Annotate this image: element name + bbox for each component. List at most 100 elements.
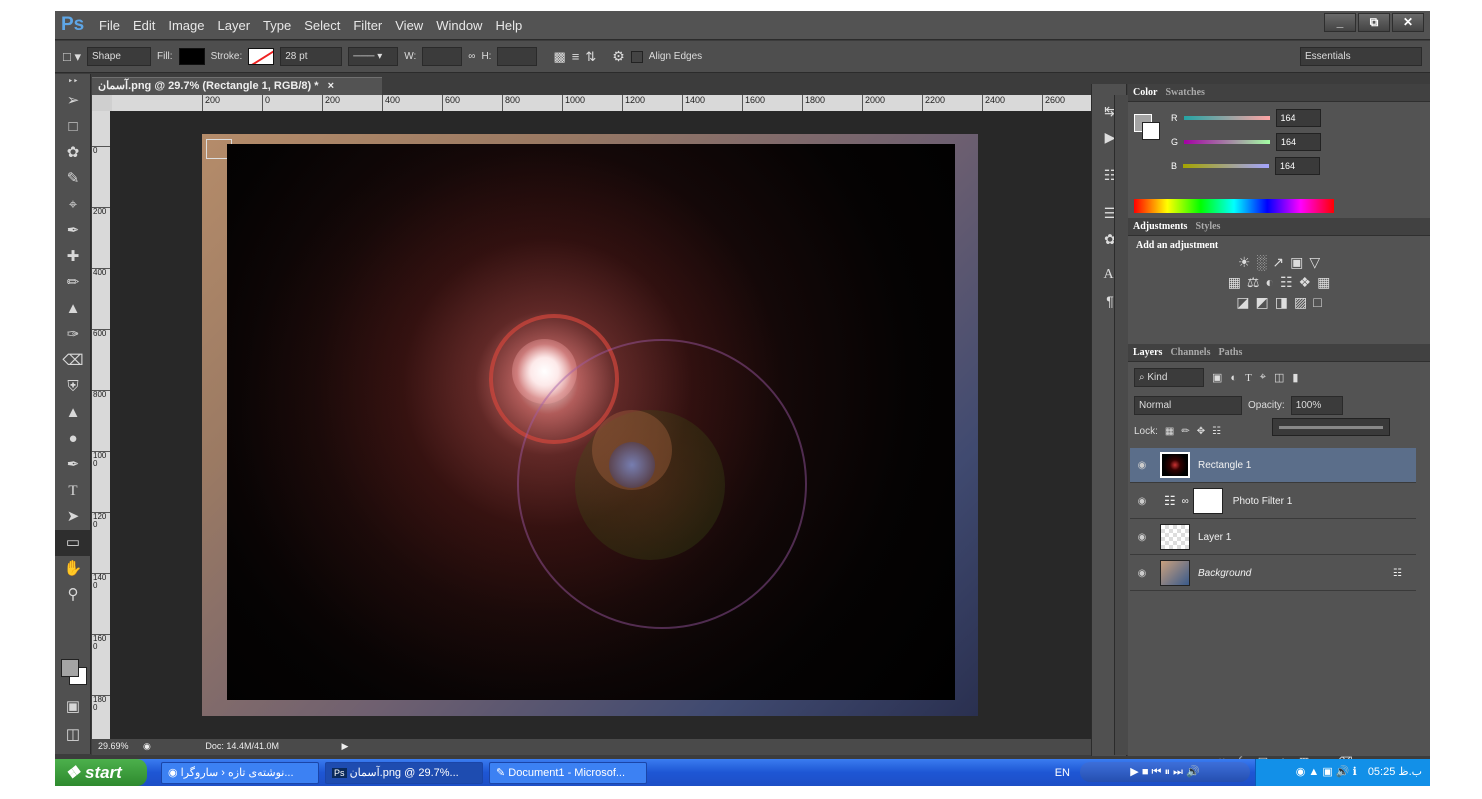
opacity-popup-slider[interactable] <box>1272 418 1390 436</box>
minimize-button[interactable]: _ <box>1324 13 1356 32</box>
lasso-tool-icon[interactable]: ✿ <box>55 140 91 166</box>
channel-mixer-icon[interactable]: ❖ <box>1299 274 1312 291</box>
tab-paths[interactable]: Paths <box>1218 347 1242 358</box>
stroke-type-select[interactable]: ─── ▾ <box>348 47 399 66</box>
menu-view[interactable]: View <box>395 18 423 33</box>
kind-filter-select[interactable]: ⌕ Kind <box>1134 368 1204 387</box>
restore-button[interactable]: ⧉ <box>1358 13 1390 32</box>
clone-stamp-tool-icon[interactable]: ▲ <box>55 296 91 322</box>
layer-name[interactable]: Layer 1 <box>1198 532 1231 543</box>
zoom-level[interactable]: 29.69% <box>98 741 129 751</box>
tab-channels[interactable]: Channels <box>1170 347 1210 358</box>
threshold-icon[interactable]: ◨ <box>1275 294 1288 311</box>
screen-mode-icon[interactable]: ◫ <box>55 722 91 748</box>
rectangle-shape[interactable] <box>227 144 955 700</box>
gear-icon[interactable]: ⚙ <box>612 48 625 65</box>
levels-icon[interactable]: ░ <box>1256 254 1266 271</box>
shape-mode-select[interactable]: Shape <box>87 47 151 66</box>
layer-lock-icon[interactable]: ☷ <box>1393 568 1402 579</box>
doc-size[interactable]: Doc: 14.4M/41.0M <box>205 741 279 751</box>
history-brush-tool-icon[interactable]: ✑ <box>55 322 91 348</box>
tools-collapse-icon[interactable]: ‣‣ <box>55 74 91 88</box>
color-swatches[interactable] <box>61 659 89 687</box>
b-value[interactable]: 164 <box>1275 157 1321 175</box>
pen-tool-icon[interactable]: ✒ <box>55 452 91 478</box>
lock-position-icon[interactable]: ✥ <box>1197 426 1205 437</box>
curves-icon[interactable]: ↗ <box>1272 254 1284 271</box>
visibility-eye-icon[interactable]: ◉ <box>1130 460 1154 471</box>
visibility-eye-icon[interactable]: ◉ <box>1130 532 1154 543</box>
gradient-map-icon[interactable]: □ <box>1313 294 1321 311</box>
exposure-icon[interactable]: ▣ <box>1290 254 1303 271</box>
quick-mask-icon[interactable]: ▣ <box>55 694 91 720</box>
layer-name[interactable]: Photo Filter 1 <box>1233 496 1292 507</box>
quick-select-tool-icon[interactable]: ✎ <box>55 166 91 192</box>
blue-slider[interactable] <box>1183 164 1270 168</box>
filter-shape-icon[interactable]: ⌖ <box>1260 371 1266 384</box>
filter-toggle-icon[interactable]: ▮ <box>1292 371 1298 384</box>
canvas-area[interactable] <box>110 111 1114 739</box>
dodge-tool-icon[interactable]: ● <box>55 426 91 452</box>
tab-color[interactable]: Color <box>1133 87 1157 98</box>
eyedropper-tool-icon[interactable]: ✒ <box>55 218 91 244</box>
rectangle-tool-icon[interactable]: ▭ <box>55 530 91 556</box>
lock-all-icon[interactable]: ☷ <box>1212 426 1221 437</box>
path-operations-icon[interactable]: ▩ <box>553 49 565 65</box>
hue-saturation-icon[interactable]: ▦ <box>1228 274 1241 291</box>
g-value[interactable]: 164 <box>1276 133 1322 151</box>
path-arrangement-icon[interactable]: ⇅ <box>585 49 596 65</box>
menu-file[interactable]: File <box>99 18 120 33</box>
tab-styles[interactable]: Styles <box>1195 221 1220 232</box>
align-edges-checkbox[interactable] <box>630 50 643 63</box>
r-value[interactable]: 164 <box>1275 109 1321 127</box>
menu-help[interactable]: Help <box>495 18 522 33</box>
layer-row-layer-1[interactable]: ◉ Layer 1 <box>1130 520 1416 555</box>
move-tool-icon[interactable]: ➢ <box>55 88 91 114</box>
healing-brush-tool-icon[interactable]: ✚ <box>55 244 91 270</box>
clock[interactable]: 05:25 ب.ظ <box>1368 766 1422 778</box>
menu-select[interactable]: Select <box>304 18 340 33</box>
black-white-icon[interactable]: ◐ <box>1265 274 1273 291</box>
layer-row-background[interactable]: ◉ Background ☷ <box>1130 556 1416 591</box>
menu-type[interactable]: Type <box>263 18 291 33</box>
ruler-origin[interactable] <box>92 95 112 111</box>
document-tab-close-icon[interactable]: × <box>328 80 334 92</box>
invert-icon[interactable]: ◪ <box>1236 294 1249 311</box>
height-field[interactable] <box>497 47 538 66</box>
path-selection-tool-icon[interactable]: ➤ <box>55 504 91 530</box>
link-icon[interactable]: ∞ <box>468 51 475 62</box>
close-button[interactable]: ✕ <box>1392 13 1424 32</box>
stroke-size-field[interactable]: 28 pt <box>280 47 343 66</box>
layer-name[interactable]: Background <box>1198 568 1251 579</box>
fill-swatch[interactable] <box>178 48 205 65</box>
status-menu-arrow-icon[interactable]: ▶ <box>341 741 348 751</box>
menu-filter[interactable]: Filter <box>353 18 382 33</box>
color-spectrum-bar[interactable] <box>1134 199 1334 213</box>
menu-window[interactable]: Window <box>436 18 482 33</box>
hand-tool-icon[interactable]: ✋ <box>55 556 91 582</box>
tab-swatches[interactable]: Swatches <box>1165 87 1204 98</box>
lock-pixels-icon[interactable]: ✏ <box>1181 426 1189 437</box>
filter-type-icon[interactable]: T <box>1245 372 1252 384</box>
color-lookup-icon[interactable]: ▦ <box>1317 274 1330 291</box>
rectangle-tool-preset-icon[interactable]: □ ▾ <box>63 49 81 65</box>
opacity-field[interactable]: 100% <box>1290 396 1343 415</box>
color-balance-icon[interactable]: ⚖ <box>1247 274 1260 291</box>
filter-adjustment-icon[interactable]: ◐ <box>1230 372 1237 384</box>
canvas-vertical-scrollbar[interactable] <box>1114 95 1128 755</box>
crop-tool-icon[interactable]: ⌖ <box>55 192 91 218</box>
taskbar-item-photoshop[interactable]: Ps آسمان.png @ 29.7%... <box>325 761 483 784</box>
layer-row-photo-filter-1[interactable]: ◉ ☷ ∞ Photo Filter 1 <box>1130 484 1416 519</box>
marquee-tool-icon[interactable]: □ <box>55 114 91 140</box>
tab-adjustments[interactable]: Adjustments <box>1133 221 1187 232</box>
visibility-eye-icon[interactable]: ◉ <box>1130 568 1154 579</box>
foreground-color-swatch[interactable] <box>61 659 79 677</box>
taskbar-item-word[interactable]: ✎ Document1 - Microsof... <box>489 761 647 784</box>
document-tab[interactable]: آسمان.png @ 29.7% (Rectangle 1, RGB/8) *… <box>92 77 382 95</box>
vibrance-icon[interactable]: ▽ <box>1309 254 1320 271</box>
red-slider[interactable] <box>1183 116 1270 120</box>
tab-layers[interactable]: Layers <box>1133 347 1162 358</box>
posterize-icon[interactable]: ◩ <box>1256 294 1269 311</box>
brightness-contrast-icon[interactable]: ☀ <box>1238 254 1251 271</box>
width-field[interactable] <box>422 47 463 66</box>
